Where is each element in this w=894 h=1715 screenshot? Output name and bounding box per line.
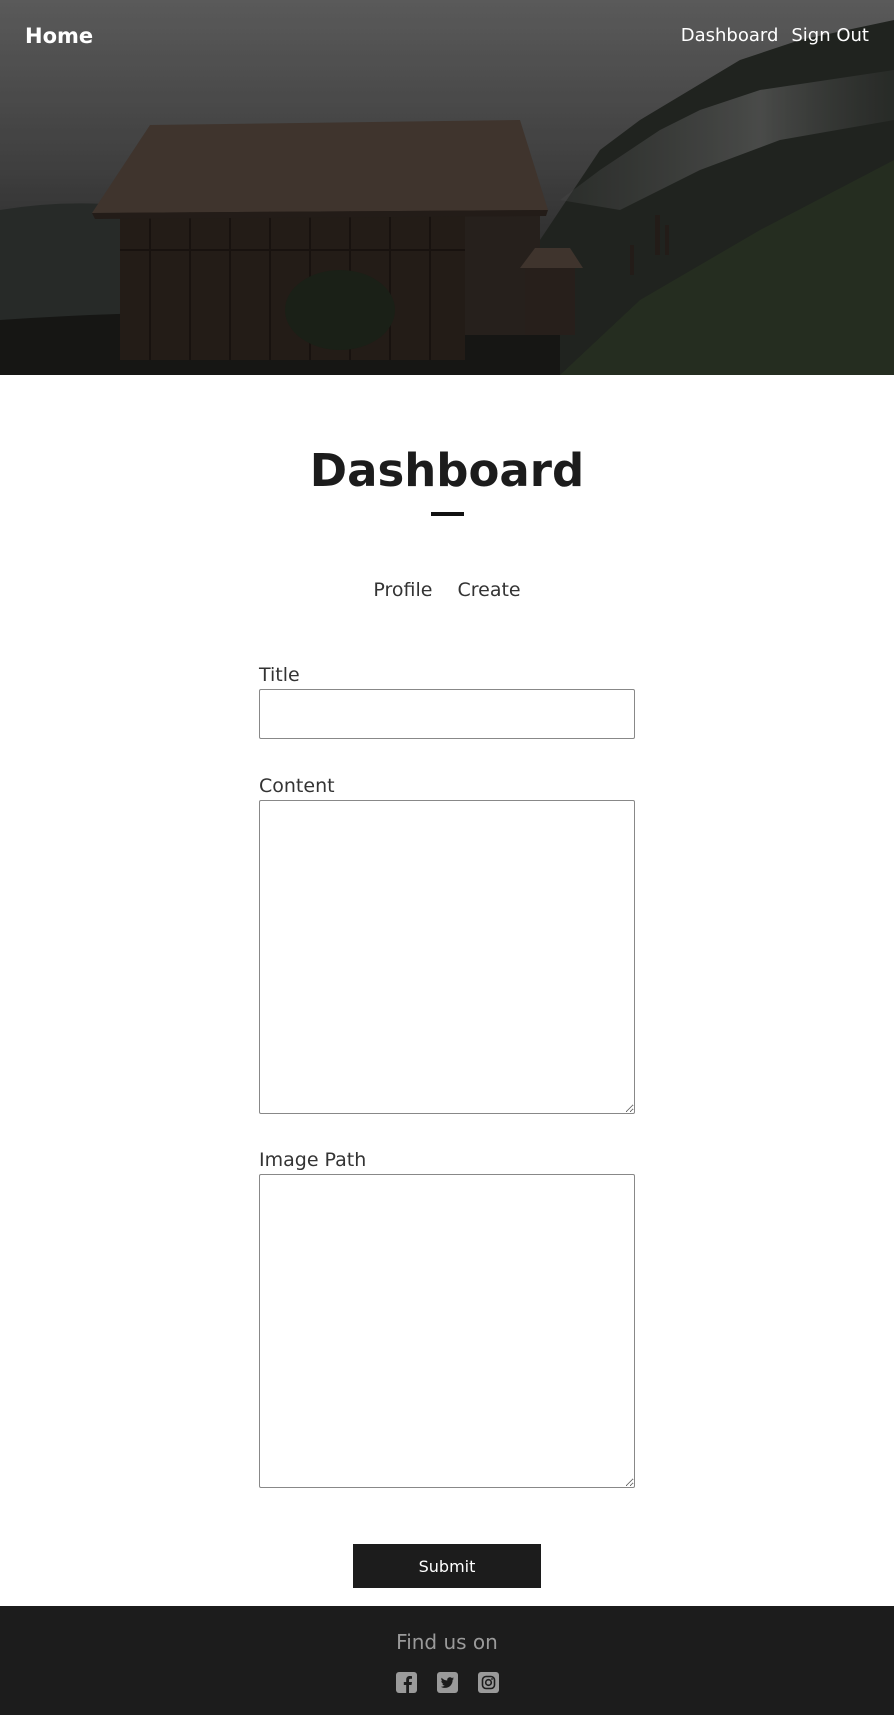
- title-label: Title: [259, 664, 300, 686]
- find-us-text: Find us on: [396, 1630, 498, 1654]
- dashboard-link[interactable]: Dashboard: [681, 25, 779, 46]
- top-navigation: Home Dashboard Sign Out: [0, 0, 894, 76]
- image-path-textarea[interactable]: [259, 1174, 635, 1488]
- dashboard-tabs: Profile Create: [0, 579, 894, 601]
- nav-links: Dashboard Sign Out: [681, 25, 869, 46]
- social-links: [0, 1672, 894, 1693]
- submit-button[interactable]: Submit: [353, 1544, 541, 1588]
- content-label: Content: [259, 775, 335, 797]
- home-link[interactable]: Home: [25, 24, 93, 48]
- sign-out-link[interactable]: Sign Out: [791, 25, 869, 46]
- title-underline: [431, 512, 464, 516]
- tab-create[interactable]: Create: [457, 579, 520, 601]
- content-textarea[interactable]: [259, 800, 635, 1114]
- facebook-icon[interactable]: [395, 1672, 417, 1693]
- title-input[interactable]: [259, 689, 635, 739]
- page-title: Dashboard: [309, 444, 585, 497]
- twitter-icon[interactable]: [436, 1672, 458, 1693]
- hero-header: Home Dashboard Sign Out: [0, 0, 894, 375]
- tab-profile[interactable]: Profile: [373, 579, 432, 601]
- footer: Find us on: [0, 1606, 894, 1715]
- instagram-icon[interactable]: [477, 1672, 499, 1693]
- image-path-label: Image Path: [259, 1149, 367, 1171]
